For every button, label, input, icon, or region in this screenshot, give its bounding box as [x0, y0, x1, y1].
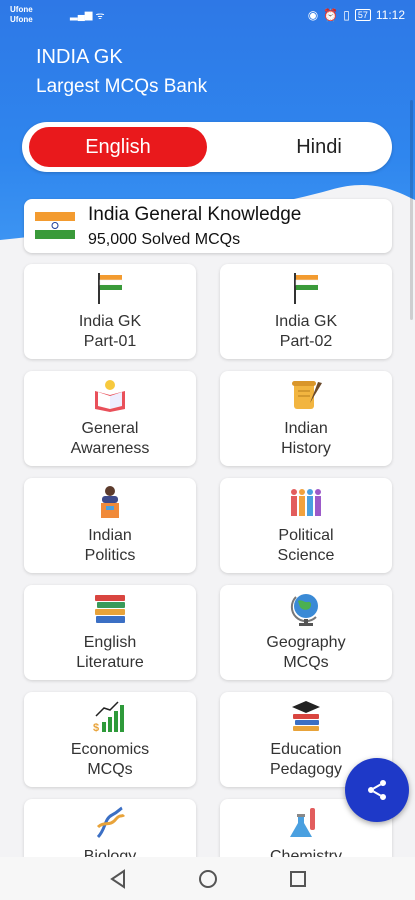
category-label: Indian	[88, 527, 132, 544]
category-label: Political	[278, 527, 334, 544]
english-language-button[interactable]: English	[29, 127, 207, 167]
vibrate-icon: ▯	[343, 8, 350, 22]
growth-chart-icon: $	[93, 701, 124, 734]
app-subtitle: Largest MCQs Bank	[36, 76, 208, 97]
globe-icon	[290, 594, 318, 626]
speaker-podium-icon	[101, 486, 119, 518]
category-label-2: History	[281, 440, 331, 457]
category-economics-mcqs[interactable]: $ Economics MCQs	[24, 692, 196, 787]
carrier-name-2: Ufone	[10, 15, 33, 24]
books-grad-cap-icon	[292, 701, 320, 731]
share-button[interactable]	[345, 758, 409, 822]
system-nav-bar	[0, 857, 415, 900]
recents-icon	[289, 870, 306, 887]
battery-icon: 57	[354, 9, 371, 21]
category-label-2: MCQs	[87, 761, 133, 778]
category-label-2: Awareness	[70, 440, 150, 457]
category-label: Geography	[266, 634, 346, 651]
info-subtitle: 95,000 Solved MCQs	[88, 231, 241, 248]
category-indian-history[interactable]: Indian History	[220, 371, 392, 466]
info-card: India General Knowledge 95,000 Solved MC…	[24, 199, 392, 253]
recents-button[interactable]	[286, 867, 310, 891]
carrier-name: Ufone	[10, 5, 33, 14]
category-label: General	[81, 420, 139, 437]
status-bar: Ufone Ufone ▂▄▆ ᯤ ◉ ⏰ ▯ 57 11:12	[0, 0, 415, 30]
hindi-language-button[interactable]: Hindi	[230, 127, 408, 167]
category-geography-mcqs[interactable]: Geography MCQs	[220, 585, 392, 680]
home-button[interactable]	[196, 867, 220, 891]
category-label-2: MCQs	[283, 654, 329, 671]
category-label: Economics	[70, 741, 150, 758]
category-political-science[interactable]: Political Science	[220, 478, 392, 573]
category-label-2: Part-02	[279, 333, 333, 350]
category-label-2: Politics	[84, 547, 136, 564]
india-flag-icon	[35, 212, 75, 239]
home-icon	[198, 869, 217, 888]
share-icon	[368, 780, 386, 800]
svg-text:$: $	[93, 722, 99, 734]
scrollbar[interactable]	[410, 100, 413, 320]
category-general-awareness[interactable]: General Awareness	[24, 371, 196, 466]
signal-icon: ▂▄▆	[70, 9, 93, 21]
flask-icon	[290, 808, 315, 837]
category-india-gk-part-02[interactable]: India GK Part-02	[220, 264, 392, 359]
scroll-quill-icon	[292, 381, 322, 409]
app-title: INDIA GK	[36, 46, 123, 68]
info-title: India General Knowledge	[88, 204, 302, 225]
book-stack-icon	[95, 595, 125, 623]
category-english-literature[interactable]: English Literature	[24, 585, 196, 680]
back-icon	[109, 868, 125, 889]
alarm-icon: ⏰	[323, 8, 339, 22]
eye-icon: ◉	[307, 8, 319, 22]
flag-on-pole-icon	[294, 273, 319, 304]
category-label-2: Science	[277, 547, 335, 564]
category-label-2: Part-01	[83, 333, 137, 350]
category-label: India GK	[274, 313, 338, 330]
category-indian-politics[interactable]: Indian Politics	[24, 478, 196, 573]
book-bulb-icon	[95, 380, 125, 412]
status-time: 11:12	[375, 8, 405, 22]
category-label-2: Literature	[76, 654, 144, 671]
category-label: India GK	[78, 313, 142, 330]
flag-on-pole-icon	[98, 273, 123, 304]
category-label: Indian	[284, 420, 328, 437]
people-group-icon	[291, 489, 321, 516]
category-label: English	[83, 634, 137, 651]
wifi-icon: ᯤ	[95, 11, 105, 22]
category-label: Education	[270, 741, 342, 758]
language-toggle: English Hindi	[22, 122, 392, 172]
dna-icon	[96, 806, 126, 839]
category-india-gk-part-01[interactable]: India GK Part-01	[24, 264, 196, 359]
back-button[interactable]	[106, 867, 130, 891]
